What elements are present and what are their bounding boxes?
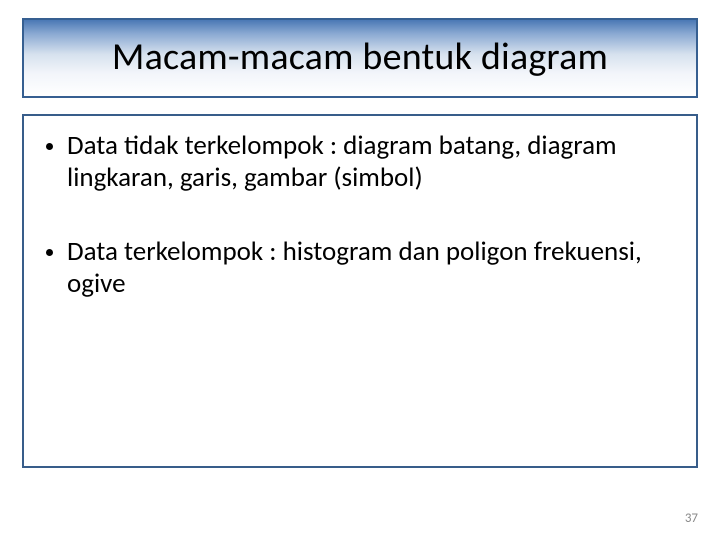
list-item: Data tidak terkelompok : diagram batang,… (46, 130, 674, 194)
slide-title: Macam-macam bentuk diagram (34, 34, 686, 80)
page-number: 37 (685, 511, 698, 526)
slide: Macam-macam bentuk diagram Data tidak te… (0, 0, 720, 540)
bullet-icon (46, 143, 53, 150)
content-box: Data tidak terkelompok : diagram batang,… (22, 114, 698, 468)
bullet-icon (46, 249, 53, 256)
title-box: Macam-macam bentuk diagram (22, 18, 698, 98)
bullet-text: Data tidak terkelompok : diagram batang,… (67, 130, 674, 194)
list-item: Data terkelompok : histogram dan poligon… (46, 236, 674, 300)
bullet-text: Data terkelompok : histogram dan poligon… (67, 236, 674, 300)
